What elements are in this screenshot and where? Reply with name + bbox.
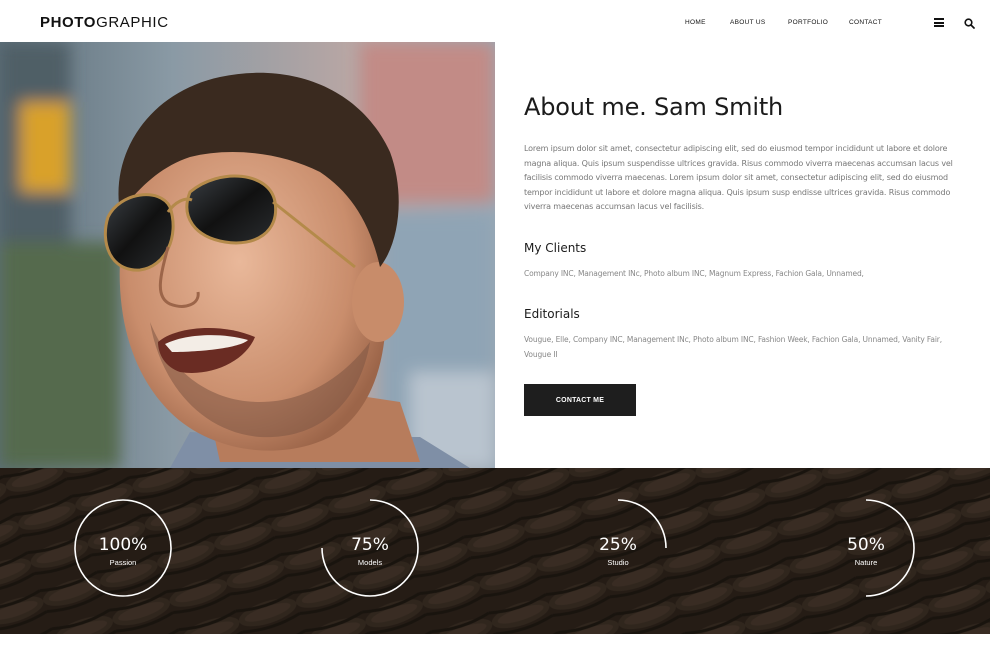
nav-home[interactable]: HOME: [685, 19, 706, 26]
contact-me-button[interactable]: CONTACT ME: [524, 384, 636, 416]
stat-value: 25%: [599, 535, 637, 555]
about-title: About me. Sam Smith: [524, 93, 784, 121]
site-logo[interactable]: PHOTOGRAPHIC: [40, 14, 169, 31]
stat-models: 75% Models: [320, 498, 420, 598]
editorials-text: Vougue, Elle, Company INC, Management IN…: [524, 335, 942, 359]
nav-about-us[interactable]: ABOUT US: [730, 19, 766, 26]
clients-text: Company INC, Management INc, Photo album…: [524, 268, 864, 278]
nav-portfolio[interactable]: PORTFOLIO: [788, 19, 828, 26]
site-header: PHOTOGRAPHIC HOME ABOUT US PORTFOLIO CON…: [0, 0, 990, 42]
portrait-photo: [0, 42, 495, 468]
clients-heading: My Clients: [524, 240, 587, 255]
nav-contact[interactable]: CONTACT: [849, 19, 882, 26]
stat-value: 50%: [847, 535, 885, 555]
stat-label: Studio: [607, 558, 629, 567]
stat-label: Passion: [109, 558, 137, 567]
about-section: About me. Sam Smith Lorem ipsum dolor si…: [524, 90, 954, 362]
stat-label: Models: [357, 558, 383, 567]
editorials-heading: Editorials: [524, 307, 580, 321]
search-icon[interactable]: [964, 18, 975, 29]
stats-section: 100% Passion 75% Models 25% Studio 50% N…: [0, 468, 990, 634]
about-body: Lorem ipsum dolor sit amet, consectetur …: [524, 144, 953, 211]
stat-studio: 25% Studio: [568, 498, 668, 598]
menu-icon[interactable]: [934, 18, 944, 27]
logo-thin: GRAPHIC: [96, 14, 169, 31]
stat-label: Nature: [854, 558, 878, 567]
stat-passion: 100% Passion: [73, 498, 173, 598]
stat-value: 100%: [98, 535, 148, 555]
stat-nature: 50% Nature: [816, 498, 916, 598]
stat-value: 75%: [351, 535, 389, 555]
logo-bold: PHOTO: [40, 14, 97, 31]
